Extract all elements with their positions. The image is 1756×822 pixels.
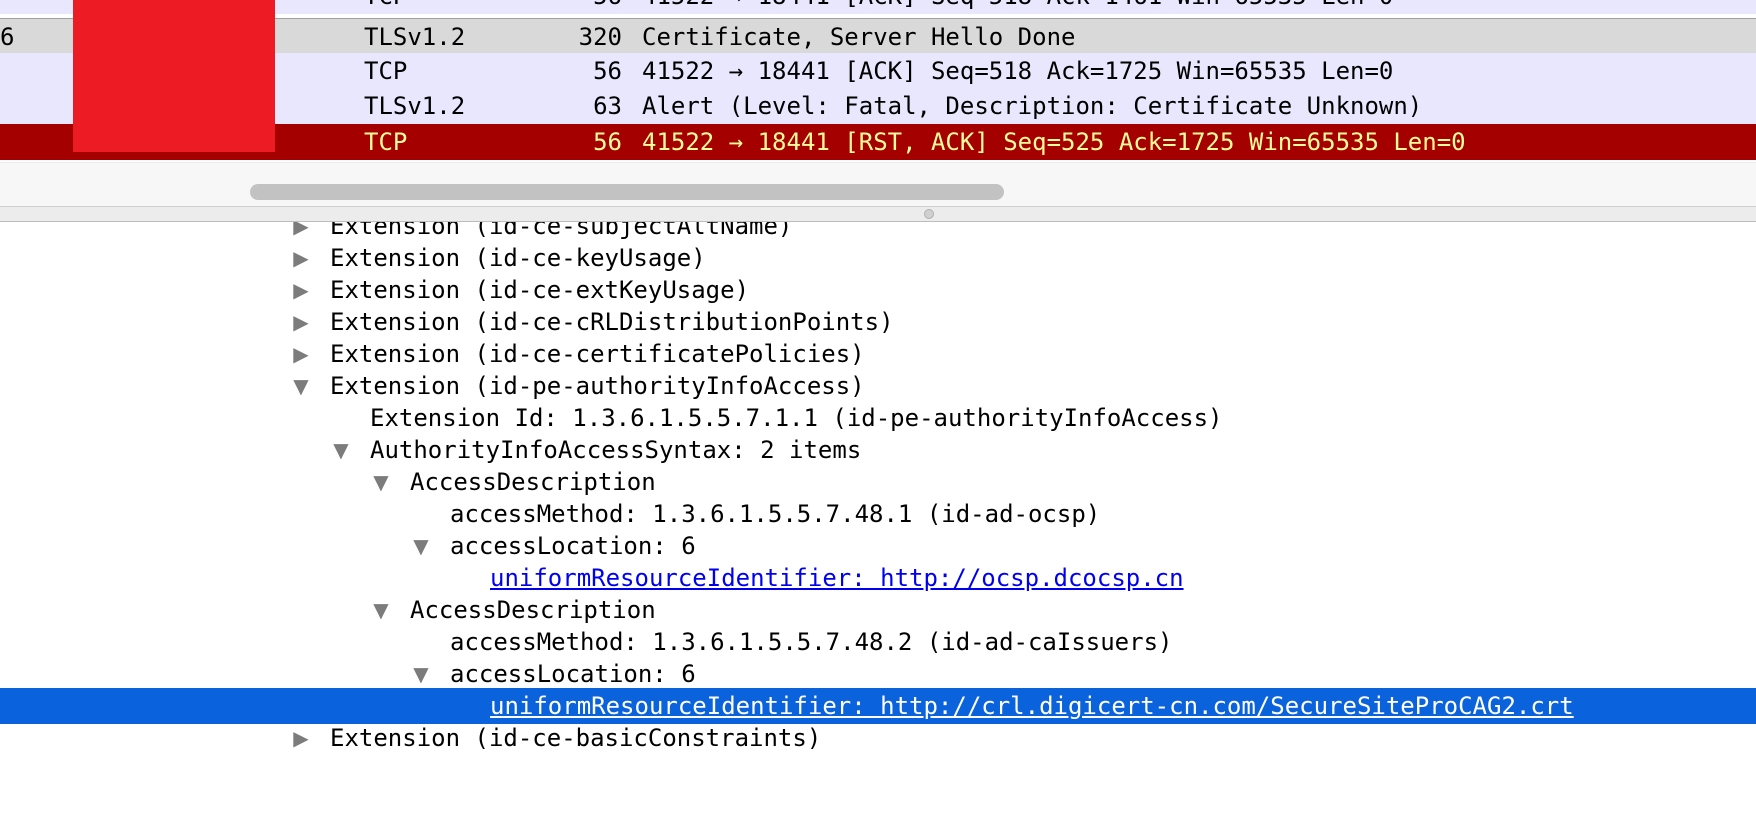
tree-row[interactable]: ▼ accessLocation: 6 xyxy=(0,656,1756,692)
packet-length: 56 xyxy=(540,0,622,14)
tree-row[interactable]: ▶ Extension (id-ce-cRLDistributionPoints) xyxy=(0,304,1756,340)
packet-list-bottom-margin xyxy=(0,162,1756,177)
packet-details-tree: ▶ Extension (id-ce-subjectAltName) ▶ Extens… xyxy=(0,222,1756,822)
tree-row[interactable]: accessMethod: 1.3.6.1.5.5.7.48.2 (id-ad-… xyxy=(0,624,1756,660)
disclosure-right-icon[interactable]: ▶ xyxy=(290,240,312,276)
tree-label: Extension Id: 1.3.6.1.5.5.7.1.1 (id-pe-a… xyxy=(370,404,1223,432)
tree-label: accessLocation: 6 xyxy=(450,660,696,688)
redaction-block xyxy=(73,0,275,152)
uri-link[interactable]: uniformResourceIdentifier: http://ocsp.d… xyxy=(490,560,1184,596)
disclosure-down-icon[interactable]: ▼ xyxy=(410,656,432,692)
tree-row[interactable]: ▶ Extension (id-ce-basicConstraints) xyxy=(0,720,1756,756)
packet-length: 320 xyxy=(578,23,622,51)
packet-info: 41522 → 18441 [ACK] Seq=518 Ack=1461 Win… xyxy=(642,0,1393,14)
tree-label: Extension (id-ce-keyUsage) xyxy=(330,244,706,272)
pane-splitter[interactable] xyxy=(0,206,1756,222)
packet-length: 63 xyxy=(593,92,622,120)
tree-label: accessMethod: 1.3.6.1.5.5.7.48.2 (id-ad-… xyxy=(450,628,1173,656)
disclosure-down-icon[interactable]: ▼ xyxy=(370,592,392,628)
tree-label: Extension (id-ce-certificatePolicies) xyxy=(330,340,865,368)
tree-row[interactable]: ▼ AccessDescription xyxy=(0,464,1756,500)
tree-row[interactable]: ▼ Extension (id-pe-authorityInfoAccess) xyxy=(0,368,1756,404)
tree-row-selected[interactable]: uniformResourceIdentifier: http://crl.di… xyxy=(0,688,1756,724)
disclosure-right-icon[interactable]: ▶ xyxy=(290,304,312,340)
packet-protocol: TCP xyxy=(364,128,408,156)
splitter-handle-icon[interactable] xyxy=(924,209,934,219)
tree-row[interactable]: ▼ AuthorityInfoAccessSyntax: 2 items xyxy=(0,432,1756,468)
packet-info: 41522 → 18441 [ACK] Seq=518 Ack=1725 Win… xyxy=(642,57,1394,85)
packet-protocol: TLSv1.2 xyxy=(364,23,466,51)
horizontal-scrollbar[interactable] xyxy=(0,176,1756,206)
tree-row[interactable]: Extension Id: 1.3.6.1.5.5.7.1.1 (id-pe-a… xyxy=(0,400,1756,436)
disclosure-down-icon[interactable]: ▼ xyxy=(410,528,432,564)
packet-info: Certificate, Server Hello Done xyxy=(642,23,1076,51)
disclosure-right-icon[interactable]: ▶ xyxy=(290,336,312,372)
tree-label: AccessDescription xyxy=(410,468,656,496)
tree-label: AuthorityInfoAccessSyntax: 2 items xyxy=(370,436,862,464)
disclosure-right-icon[interactable]: ▶ xyxy=(290,272,312,308)
disclosure-down-icon[interactable]: ▼ xyxy=(330,432,352,468)
packet-length: 56 xyxy=(593,128,622,156)
tree-row[interactable]: ▶ Extension (id-ce-certificatePolicies) xyxy=(0,336,1756,372)
packet-info: 41522 → 18441 [RST, ACK] Seq=525 Ack=172… xyxy=(642,128,1466,156)
tree-label: Extension (id-pe-authorityInfoAccess) xyxy=(330,372,865,400)
tree-row[interactable]: ▶ Extension (id-ce-keyUsage) xyxy=(0,240,1756,276)
uri-link[interactable]: uniformResourceIdentifier: http://crl.di… xyxy=(490,688,1574,724)
tree-row[interactable]: ▼ accessLocation: 6 xyxy=(0,528,1756,564)
tree-label: AccessDescription xyxy=(410,596,656,624)
tree-label: Extension (id-ce-basicConstraints) xyxy=(330,724,822,752)
tree-row[interactable]: accessMethod: 1.3.6.1.5.5.7.48.1 (id-ad-… xyxy=(0,496,1756,532)
disclosure-down-icon[interactable]: ▼ xyxy=(370,464,392,500)
packet-number: 6 xyxy=(0,23,15,51)
disclosure-right-icon[interactable]: ▶ xyxy=(290,720,312,756)
tree-label: Extension (id-ce-extKeyUsage) xyxy=(330,276,750,304)
tree-row[interactable]: ▼ AccessDescription xyxy=(0,592,1756,628)
horizontal-scrollbar-thumb[interactable] xyxy=(250,184,1004,200)
packet-protocol: TCP xyxy=(364,57,408,85)
tree-label: accessLocation: 6 xyxy=(450,532,696,560)
packet-protocol: TCP xyxy=(364,0,407,14)
packet-protocol: TLSv1.2 xyxy=(364,92,466,120)
packet-info: Alert (Level: Fatal, Description: Certif… xyxy=(642,92,1423,120)
packet-length: 56 xyxy=(593,57,622,85)
disclosure-down-icon[interactable]: ▼ xyxy=(290,368,312,404)
tree-label: Extension (id-ce-cRLDistributionPoints) xyxy=(330,308,894,336)
tree-row[interactable]: ▶ Extension (id-ce-extKeyUsage) xyxy=(0,272,1756,308)
tree-row[interactable]: uniformResourceIdentifier: http://ocsp.d… xyxy=(0,560,1756,596)
tree-label: accessMethod: 1.3.6.1.5.5.7.48.1 (id-ad-… xyxy=(450,500,1101,528)
